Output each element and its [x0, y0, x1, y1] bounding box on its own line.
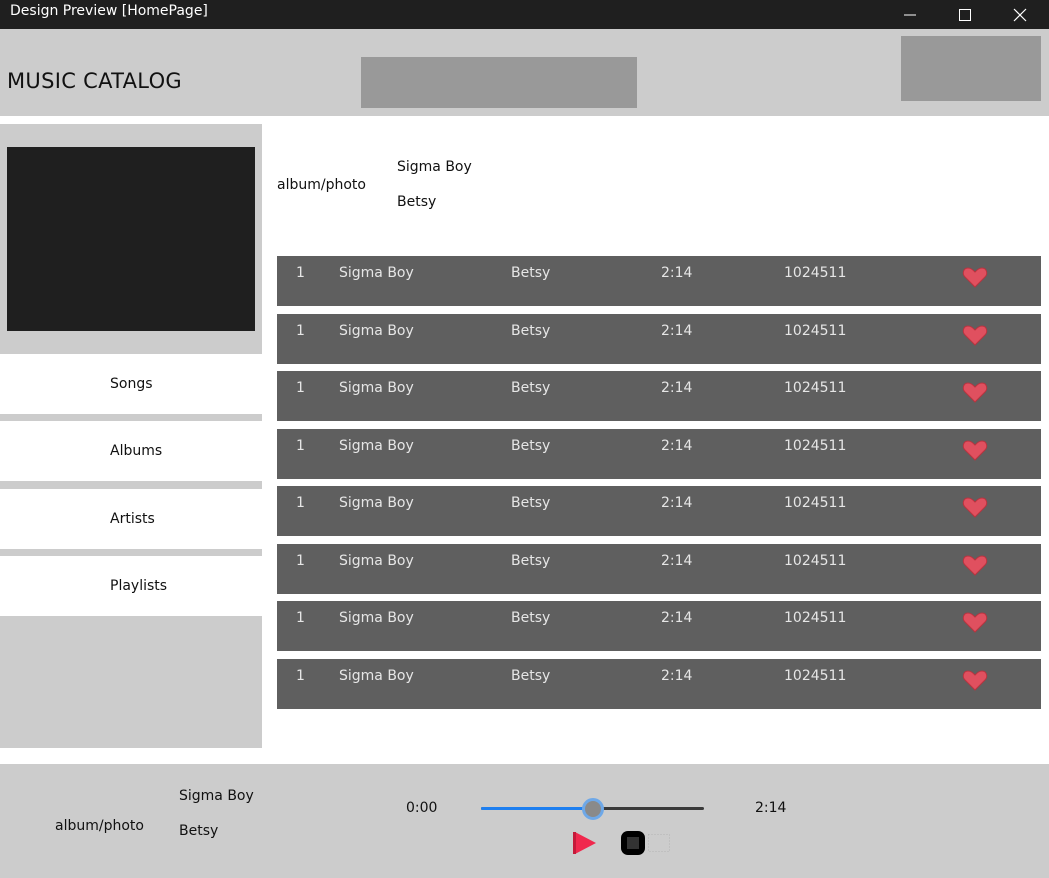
play-button[interactable] [572, 830, 598, 856]
song-duration: 2:14 [661, 668, 693, 684]
song-number: 1 [296, 610, 305, 626]
heart-icon[interactable] [962, 553, 988, 577]
title-bar: Design Preview [HomePage] [0, 0, 1049, 29]
app-header: MUSIC CATALOG [0, 29, 1049, 116]
song-duration: 2:14 [661, 323, 693, 339]
heart-icon[interactable] [962, 265, 988, 289]
song-number: 1 [296, 438, 305, 454]
song-duration: 2:14 [661, 380, 693, 396]
song-duration: 2:14 [661, 265, 693, 281]
app-title: MUSIC CATALOG [7, 69, 182, 93]
song-artist: Betsy [511, 265, 551, 281]
song-number: 1 [296, 553, 305, 569]
sidebar-item-label: Artists [110, 511, 155, 527]
song-row[interactable]: 1 Sigma Boy Betsy 2:14 1024511 [277, 601, 1041, 651]
player-song-artist: Betsy [179, 823, 219, 839]
song-plays: 1024511 [784, 668, 847, 684]
close-icon [1013, 8, 1027, 21]
song-title: Sigma Boy [339, 495, 414, 511]
song-title: Sigma Boy [339, 610, 414, 626]
maximize-button[interactable] [942, 0, 988, 29]
sidebar-item-label: Songs [110, 376, 153, 392]
slider-fill [481, 807, 593, 810]
stop-icon-ghost [648, 834, 670, 852]
song-artist: Betsy [511, 553, 551, 569]
slider-thumb[interactable] [581, 798, 604, 820]
sidebar-item-label: Albums [110, 443, 163, 459]
player-album-photo-label: album/photo [55, 818, 144, 834]
song-row[interactable]: 1 Sigma Boy Betsy 2:14 1024511 [277, 256, 1041, 306]
song-plays: 1024511 [784, 265, 847, 281]
close-button[interactable] [997, 0, 1043, 29]
song-title: Sigma Boy [339, 668, 414, 684]
song-duration: 2:14 [661, 495, 693, 511]
song-plays: 1024511 [784, 380, 847, 396]
song-artist: Betsy [511, 610, 551, 626]
play-icon [573, 832, 596, 854]
minimize-button[interactable] [887, 0, 933, 29]
sidebar-item-playlists[interactable]: Playlists [0, 556, 262, 616]
song-duration: 2:14 [661, 438, 693, 454]
song-title: Sigma Boy [339, 323, 414, 339]
window-title: Design Preview [HomePage] [10, 3, 208, 19]
song-artist: Betsy [511, 438, 551, 454]
maximize-icon [959, 8, 971, 21]
heart-icon[interactable] [962, 380, 988, 404]
song-title: Sigma Boy [339, 380, 414, 396]
heart-icon[interactable] [962, 610, 988, 634]
heart-icon[interactable] [962, 495, 988, 519]
heart-icon[interactable] [962, 668, 988, 692]
song-number: 1 [296, 265, 305, 281]
song-number: 1 [296, 668, 305, 684]
song-plays: 1024511 [784, 553, 847, 569]
song-number: 1 [296, 380, 305, 396]
minimize-icon [904, 14, 916, 15]
song-row[interactable]: 1 Sigma Boy Betsy 2:14 1024511 [277, 371, 1041, 421]
song-artist: Betsy [511, 323, 551, 339]
song-artist: Betsy [511, 495, 551, 511]
player-song-title: Sigma Boy [179, 788, 254, 804]
song-number: 1 [296, 495, 305, 511]
song-row[interactable]: 1 Sigma Boy Betsy 2:14 1024511 [277, 429, 1041, 479]
song-row[interactable]: 1 Sigma Boy Betsy 2:14 1024511 [277, 486, 1041, 536]
song-artist: Betsy [511, 380, 551, 396]
song-row[interactable]: 1 Sigma Boy Betsy 2:14 1024511 [277, 314, 1041, 364]
sidebar-item-songs[interactable]: Songs [0, 354, 262, 414]
progress-slider[interactable] [481, 796, 704, 822]
song-row[interactable]: 1 Sigma Boy Betsy 2:14 1024511 [277, 659, 1041, 709]
album-photo-label: album/photo [277, 177, 366, 193]
song-title: Sigma Boy [339, 553, 414, 569]
song-plays: 1024511 [784, 610, 847, 626]
current-time: 0:00 [406, 800, 438, 816]
heart-icon[interactable] [962, 323, 988, 347]
heart-icon[interactable] [962, 438, 988, 462]
stop-button[interactable] [620, 830, 646, 856]
song-duration: 2:14 [661, 610, 693, 626]
sidebar-item-label: Playlists [110, 578, 168, 594]
player-bar: album/photo Sigma Boy Betsy 0:00 2:14 [0, 764, 1049, 878]
song-plays: 1024511 [784, 495, 847, 511]
song-number: 1 [296, 323, 305, 339]
song-plays: 1024511 [784, 438, 847, 454]
song-duration: 2:14 [661, 553, 693, 569]
profile-placeholder-box[interactable] [901, 36, 1041, 101]
selected-song-artist: Betsy [397, 194, 437, 210]
song-title: Sigma Boy [339, 265, 414, 281]
stop-icon [621, 831, 645, 855]
search-placeholder-box[interactable] [361, 57, 637, 108]
sidebar-item-albums[interactable]: Albums [0, 421, 262, 481]
sidebar-cover-art [7, 147, 255, 331]
song-title: Sigma Boy [339, 438, 414, 454]
song-plays: 1024511 [784, 323, 847, 339]
selected-song-title: Sigma Boy [397, 159, 472, 175]
sidebar-item-artists[interactable]: Artists [0, 489, 262, 549]
song-artist: Betsy [511, 668, 551, 684]
total-time: 2:14 [755, 800, 787, 816]
song-row[interactable]: 1 Sigma Boy Betsy 2:14 1024511 [277, 544, 1041, 594]
